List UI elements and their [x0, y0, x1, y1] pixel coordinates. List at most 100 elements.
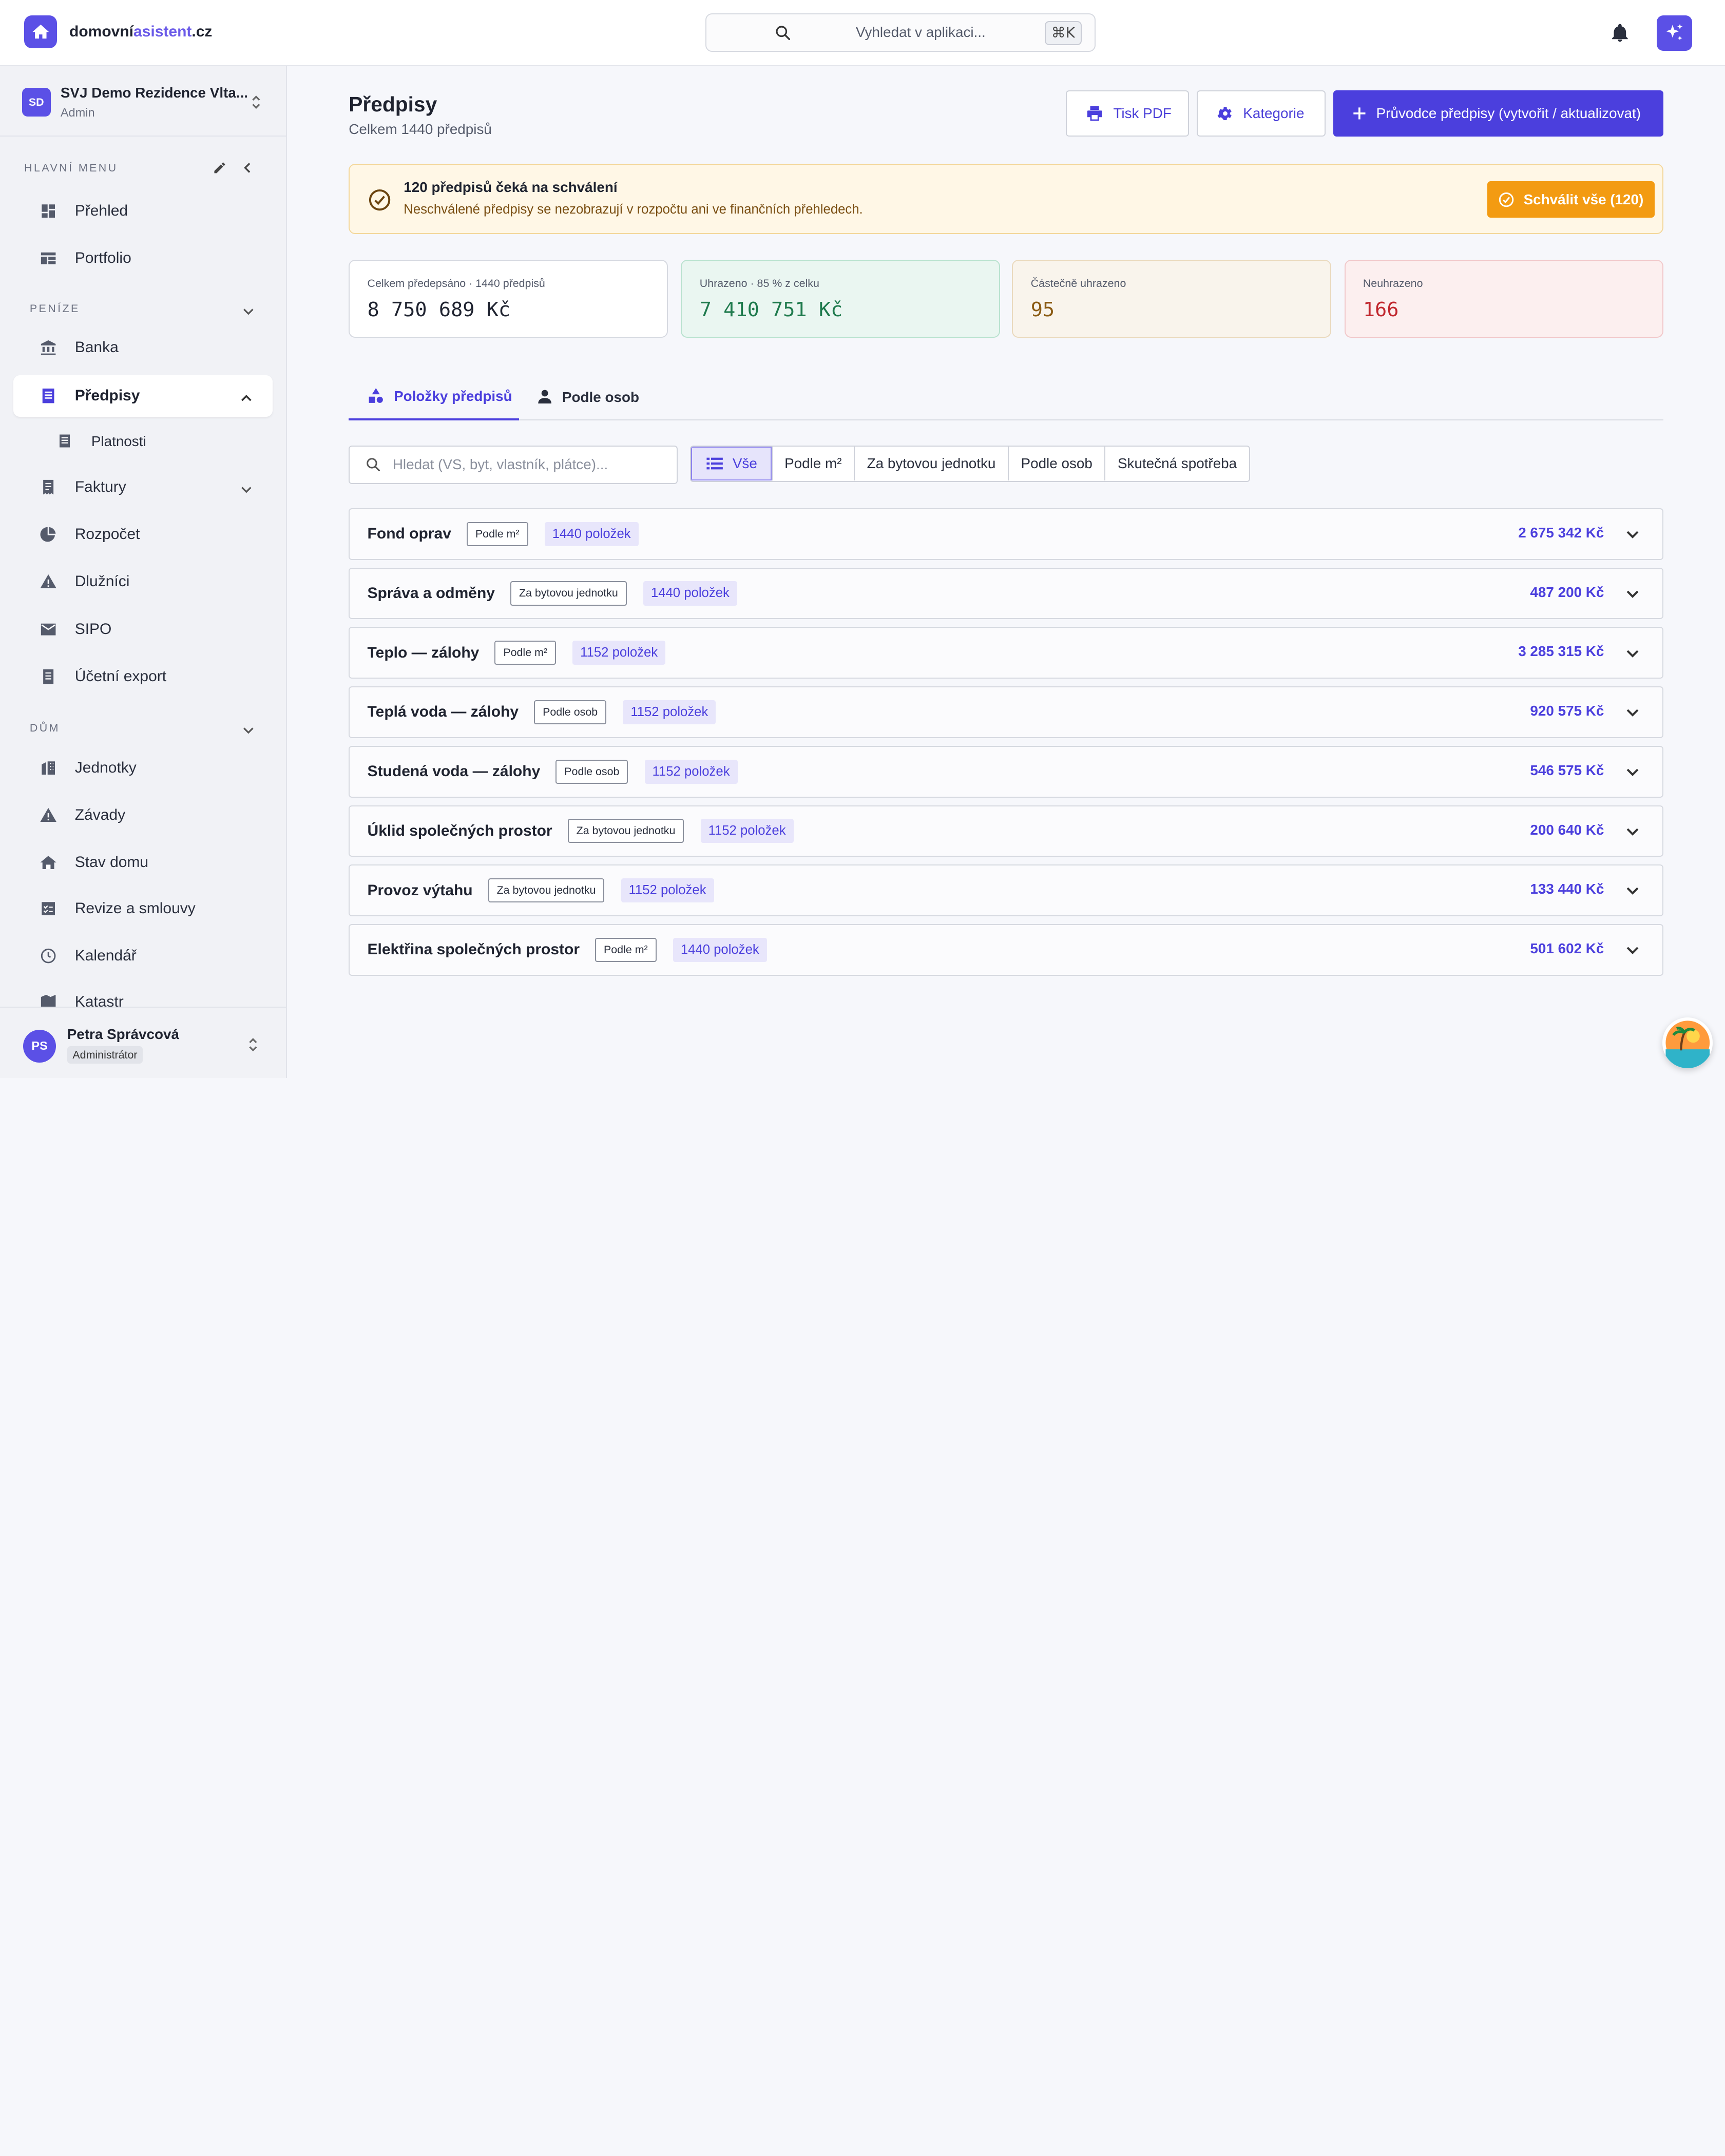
search-placeholder: Vyhledat v aplikaci... [855, 24, 986, 40]
list-item[interactable]: Elektřina společných prostor Podle m² 14… [349, 923, 1663, 976]
check-circle-icon [368, 188, 392, 217]
app-search-input[interactable]: Vyhledat v aplikaci... ⌘K [705, 13, 1096, 52]
user-menu[interactable]: PS Petra Správcová Administrátor [0, 1006, 286, 1078]
printer-icon [1086, 105, 1103, 122]
filter-per-unit[interactable]: Za bytovou jednotku [854, 446, 1008, 481]
chevron-up-down-icon [246, 1036, 260, 1058]
sidebar-item-faktury[interactable]: Faktury [13, 467, 273, 508]
sidebar-item-platnosti[interactable]: Platnosti [13, 421, 273, 463]
chevron-down-icon[interactable] [1625, 942, 1640, 962]
list-item[interactable]: Správa a odměny Za bytovou jednotku 1440… [349, 567, 1663, 620]
sidebar-item-predpisy[interactable]: Předpisy [13, 375, 273, 417]
sidebar-item-zavady[interactable]: Závady [13, 794, 273, 836]
wizard-button[interactable]: Průvodce předpisy (vytvořit / aktualizov… [1333, 90, 1663, 137]
house-status-icon [40, 854, 57, 871]
count-badge: 1440 položek [643, 581, 737, 606]
alert-text: Neschválené předpisy se nezobrazují v ro… [404, 202, 863, 217]
edit-icon[interactable] [213, 160, 227, 180]
chevron-down-icon[interactable] [1625, 883, 1640, 903]
bell-icon[interactable] [1609, 22, 1631, 49]
count-badge: 1152 položek [621, 878, 714, 903]
beach-avatar-icon [1665, 1021, 1710, 1068]
portfolio-icon [40, 249, 57, 267]
chevron-down-icon[interactable] [242, 722, 255, 742]
sidebar-item-stav-domu[interactable]: Stav domu [13, 841, 273, 883]
approve-all-button[interactable]: Schválit vše (120) [1487, 181, 1655, 218]
dashboard-icon [40, 202, 57, 220]
chevron-down-icon[interactable] [1625, 824, 1640, 844]
chevron-up-down-icon [250, 93, 263, 116]
chevron-down-icon [240, 480, 253, 500]
warning-icon [40, 806, 57, 824]
chevron-down-icon[interactable] [1625, 705, 1640, 725]
ai-assistant-button[interactable] [1657, 15, 1692, 51]
method-badge: Za bytovou jednotku [488, 878, 605, 903]
amount: 2 675 342 Kč [1518, 524, 1604, 541]
stat-paid: Uhrazeno · 85 % z celku 7 410 751 Kč [681, 259, 1000, 338]
sidebar-item-sipo[interactable]: SIPO [13, 608, 273, 650]
filter-by-persons[interactable]: Podle osob [1007, 446, 1104, 481]
amount: 501 602 Kč [1530, 940, 1604, 956]
print-pdf-button[interactable]: Tisk PDF [1066, 90, 1190, 137]
section-main-menu: HLAVNÍ MENU [24, 161, 118, 174]
method-badge: Podle m² [466, 522, 528, 546]
collapse-sidebar-icon[interactable] [241, 160, 254, 180]
chevron-down-icon[interactable] [1625, 764, 1640, 784]
stat-value: 7 410 751 Kč [699, 298, 843, 321]
stat-partial: Částečně uhrazeno 95 [1012, 259, 1331, 338]
shapes-icon [369, 388, 383, 403]
mail-icon [40, 621, 57, 638]
list-item[interactable]: Provoz výtahu Za bytovou jednotku 1152 p… [349, 864, 1663, 916]
method-badge: Podle m² [494, 641, 557, 665]
brand-name[interactable]: domovníasistent.cz [69, 23, 212, 41]
filter-segmented-control: Vše Podle m² Za bytovou jednotku Podle o… [689, 445, 1250, 482]
tab-bar: Položky předpisů Podle osob [349, 374, 1663, 420]
check-circle-icon [1499, 192, 1514, 207]
list-item[interactable]: Úklid společných prostor Za bytovou jedn… [349, 805, 1663, 857]
filter-actual-consumption[interactable]: Skutečná spotřeba [1104, 446, 1249, 481]
home-logo-icon[interactable] [24, 15, 57, 49]
sparkle-icon [1666, 24, 1683, 41]
sidebar-item-prehled[interactable]: Přehled [13, 190, 273, 232]
filter-by-area[interactable]: Podle m² [771, 446, 854, 481]
sidebar-item-rozpocet[interactable]: Rozpočet [13, 514, 273, 555]
categories-button[interactable]: Kategorie [1197, 90, 1326, 137]
sidebar-item-jednotky[interactable]: Jednotky [13, 747, 273, 788]
stat-unpaid: Neuhrazeno 166 [1344, 259, 1663, 338]
person-icon [538, 390, 551, 404]
list-item[interactable]: Studená voda — zálohy Podle osob 1152 po… [349, 745, 1663, 798]
stat-value: 166 [1363, 298, 1399, 321]
method-badge: Za bytovou jednotku [567, 819, 684, 843]
sidebar-item-kalendar[interactable]: Kalendář [13, 935, 273, 976]
sidebar-item-banka[interactable]: Banka [13, 326, 273, 368]
prescription-search-input[interactable]: Hledat (VS, byt, vlastník, plátce)... [349, 445, 678, 484]
sidebar-item-portfolio[interactable]: Portfolio [13, 238, 273, 279]
list-item[interactable]: Teplá voda — zálohy Podle osob 1152 polo… [349, 686, 1663, 738]
main-content: Předpisy Celkem 1440 předpisů Tisk PDF K… [288, 66, 1725, 1078]
chevron-down-icon[interactable] [1625, 586, 1640, 606]
chevron-down-icon[interactable] [1625, 646, 1640, 666]
search-icon [774, 24, 792, 46]
chevron-down-icon[interactable] [242, 302, 255, 322]
sidebar-item-revize[interactable]: Revize a smlouvy [13, 888, 273, 929]
count-badge: 1152 položek [623, 700, 716, 725]
chevron-up-icon [240, 390, 253, 410]
chevron-down-icon[interactable] [1625, 527, 1640, 547]
prescription-categories-list: Fond oprav Podle m² 1440 položek 2 675 3… [349, 508, 1663, 984]
list-item[interactable]: Teplo — zálohy Podle m² 1152 položek 3 2… [349, 627, 1663, 679]
user-role-badge: Administrátor [67, 1046, 143, 1064]
tab-persons[interactable]: Podle osob [536, 374, 657, 420]
section-house: DŮM [29, 721, 60, 734]
filter-all[interactable]: Vše [691, 446, 772, 481]
search-icon [365, 456, 381, 477]
tab-items[interactable]: Položky předpisů [349, 374, 520, 420]
list-icon [706, 457, 723, 470]
sidebar-item-ucetni-export[interactable]: Účetní export [13, 656, 273, 697]
method-badge: Podle osob [555, 759, 628, 784]
organization-switcher[interactable]: SD SVJ Demo Rezidence Vlta... Admin [0, 66, 286, 137]
assistant-avatar-button[interactable] [1662, 1017, 1713, 1068]
list-item[interactable]: Fond oprav Podle m² 1440 položek 2 675 3… [349, 508, 1663, 560]
count-badge: 1152 položek [572, 641, 666, 665]
page-subtitle: Celkem 1440 předpisů [349, 121, 492, 137]
sidebar-item-dluznici[interactable]: Dlužníci [13, 561, 273, 603]
